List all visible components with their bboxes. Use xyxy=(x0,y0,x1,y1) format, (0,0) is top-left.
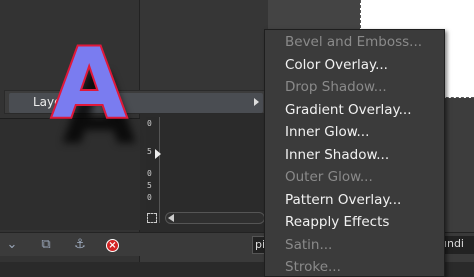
menu-item-stroke: Stroke... xyxy=(285,259,341,275)
duplicate-layer-icon[interactable]: ⧉ xyxy=(38,237,54,253)
chevron-down-icon[interactable]: ⌄ xyxy=(4,237,20,253)
ruler-mark: 0 xyxy=(147,119,152,128)
menu-item-reapply-effects[interactable]: Reapply Effects xyxy=(265,211,444,233)
menu-item-gradient-overlay[interactable]: Gradient Overlay... xyxy=(265,99,444,121)
selection-corner-icon[interactable] xyxy=(147,213,157,223)
submenu-arrow-icon xyxy=(254,98,259,106)
menu-item-pattern-overlay[interactable]: Pattern Overlay... xyxy=(265,189,444,211)
scroll-left-icon[interactable] xyxy=(168,214,174,222)
menu-item-outer-glow: Outer Glow... xyxy=(285,169,373,185)
ruler-marker-icon xyxy=(155,149,161,159)
menu-item-color-overlay[interactable]: Color Overlay... xyxy=(265,54,444,76)
bottom-right-label: undi xyxy=(440,236,474,254)
menu-item-inner-glow[interactable]: Inner Glow... xyxy=(265,121,444,143)
vertical-ruler: 0 5 0 5 0 xyxy=(146,117,160,223)
menu-item-drop-shadow: Drop Shadow... xyxy=(285,79,387,95)
ruler-mark: 0 xyxy=(147,193,152,202)
delete-layer-icon[interactable]: × xyxy=(106,239,119,252)
anchor-icon[interactable]: ⚓ xyxy=(72,237,88,253)
menu-item-inner-shadow[interactable]: Inner Shadow... xyxy=(265,144,444,166)
layer-effects-submenu: Bevel and Emboss... Color Overlay... Dro… xyxy=(264,29,445,277)
ruler-mark: 0 xyxy=(147,169,152,178)
horizontal-scrollbar[interactable] xyxy=(165,212,265,224)
top-toolbar-area xyxy=(268,0,360,30)
ruler-mark: 5 xyxy=(147,181,152,190)
menu-item-satin: Satin... xyxy=(285,236,333,253)
menu-item-bevel-and-emboss: Bevel and Emboss... xyxy=(285,34,423,50)
layers-toolbar: ⌄ ⧉ ⚓ × xyxy=(0,232,140,256)
ruler-mark: 5 xyxy=(147,147,152,156)
layer-thumbnail-glyph: A xyxy=(50,28,128,140)
